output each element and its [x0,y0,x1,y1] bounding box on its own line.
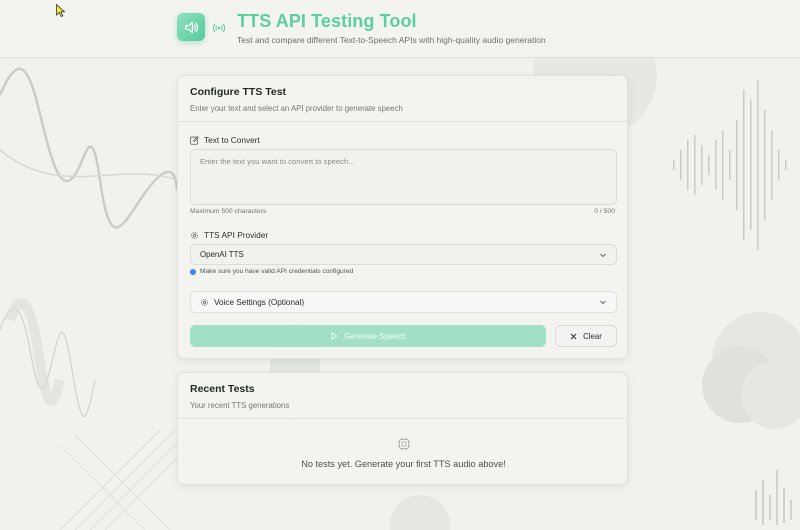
generate-speech-label: Generate Speech [344,331,406,341]
edit-icon [190,135,199,145]
chip-icon [397,437,410,450]
configure-card-header: Configure TTS Test Enter your text and s… [178,76,627,122]
app-subtitle: Test and compare different Text-to-Speec… [237,35,546,45]
app-title: TTS API Testing Tool [237,11,417,31]
empty-state: No tests yet. Generate your first TTS au… [178,419,629,485]
play-icon [331,332,338,340]
mouse-cursor-icon [56,4,65,17]
close-icon [570,333,577,339]
settings-icon [191,231,198,239]
provider-label-row: TTS API Provider [190,230,268,240]
settings-icon [201,298,208,306]
recent-tests-header: Recent Tests Your recent TTS generations [178,373,627,419]
empty-state-message: No tests yet. Generate your first TTS au… [301,458,506,469]
clear-label: Clear [583,331,602,341]
chevron-down-icon [600,253,606,257]
text-label-row: Text to Convert [190,135,260,145]
character-counter: 0 / 500 [594,208,615,215]
configure-card-description: Enter your text and select an API provid… [190,104,403,113]
provider-label: TTS API Provider [204,230,269,240]
voice-settings-label: Voice Settings (Optional) [214,297,305,307]
recent-tests-description: Your recent TTS generations [190,401,290,410]
voice-settings-toggle[interactable]: Voice Settings (Optional) [190,291,617,313]
configure-card: Configure TTS Test Enter your text and s… [177,75,628,359]
chevron-down-icon [600,300,606,305]
broadcast-icon [213,23,225,33]
max-characters-hint: Maximum 500 characters [190,208,267,215]
info-dot-icon [190,268,196,275]
configure-card-title: Configure TTS Test [190,86,287,98]
app-header: TTS API Testing Tool Test and compare di… [0,0,800,58]
text-to-convert-label: Text to Convert [204,135,260,145]
provider-select[interactable]: OpenAI TTS [190,244,617,265]
generate-speech-button[interactable]: Generate Speech [190,325,546,347]
recent-tests-card: Recent Tests Your recent TTS generations… [177,372,628,485]
speaker-icon [177,13,205,41]
credentials-note-text: Make sure you have valid API credentials… [200,268,354,275]
recent-tests-title: Recent Tests [190,383,255,395]
provider-selected-value: OpenAI TTS [200,250,244,259]
credentials-note: Make sure you have valid API credentials… [190,268,353,275]
text-to-convert-input[interactable]: Enter the text you want to convert to sp… [190,149,617,205]
text-input-placeholder: Enter the text you want to convert to sp… [200,157,355,166]
clear-button[interactable]: Clear [555,325,617,347]
